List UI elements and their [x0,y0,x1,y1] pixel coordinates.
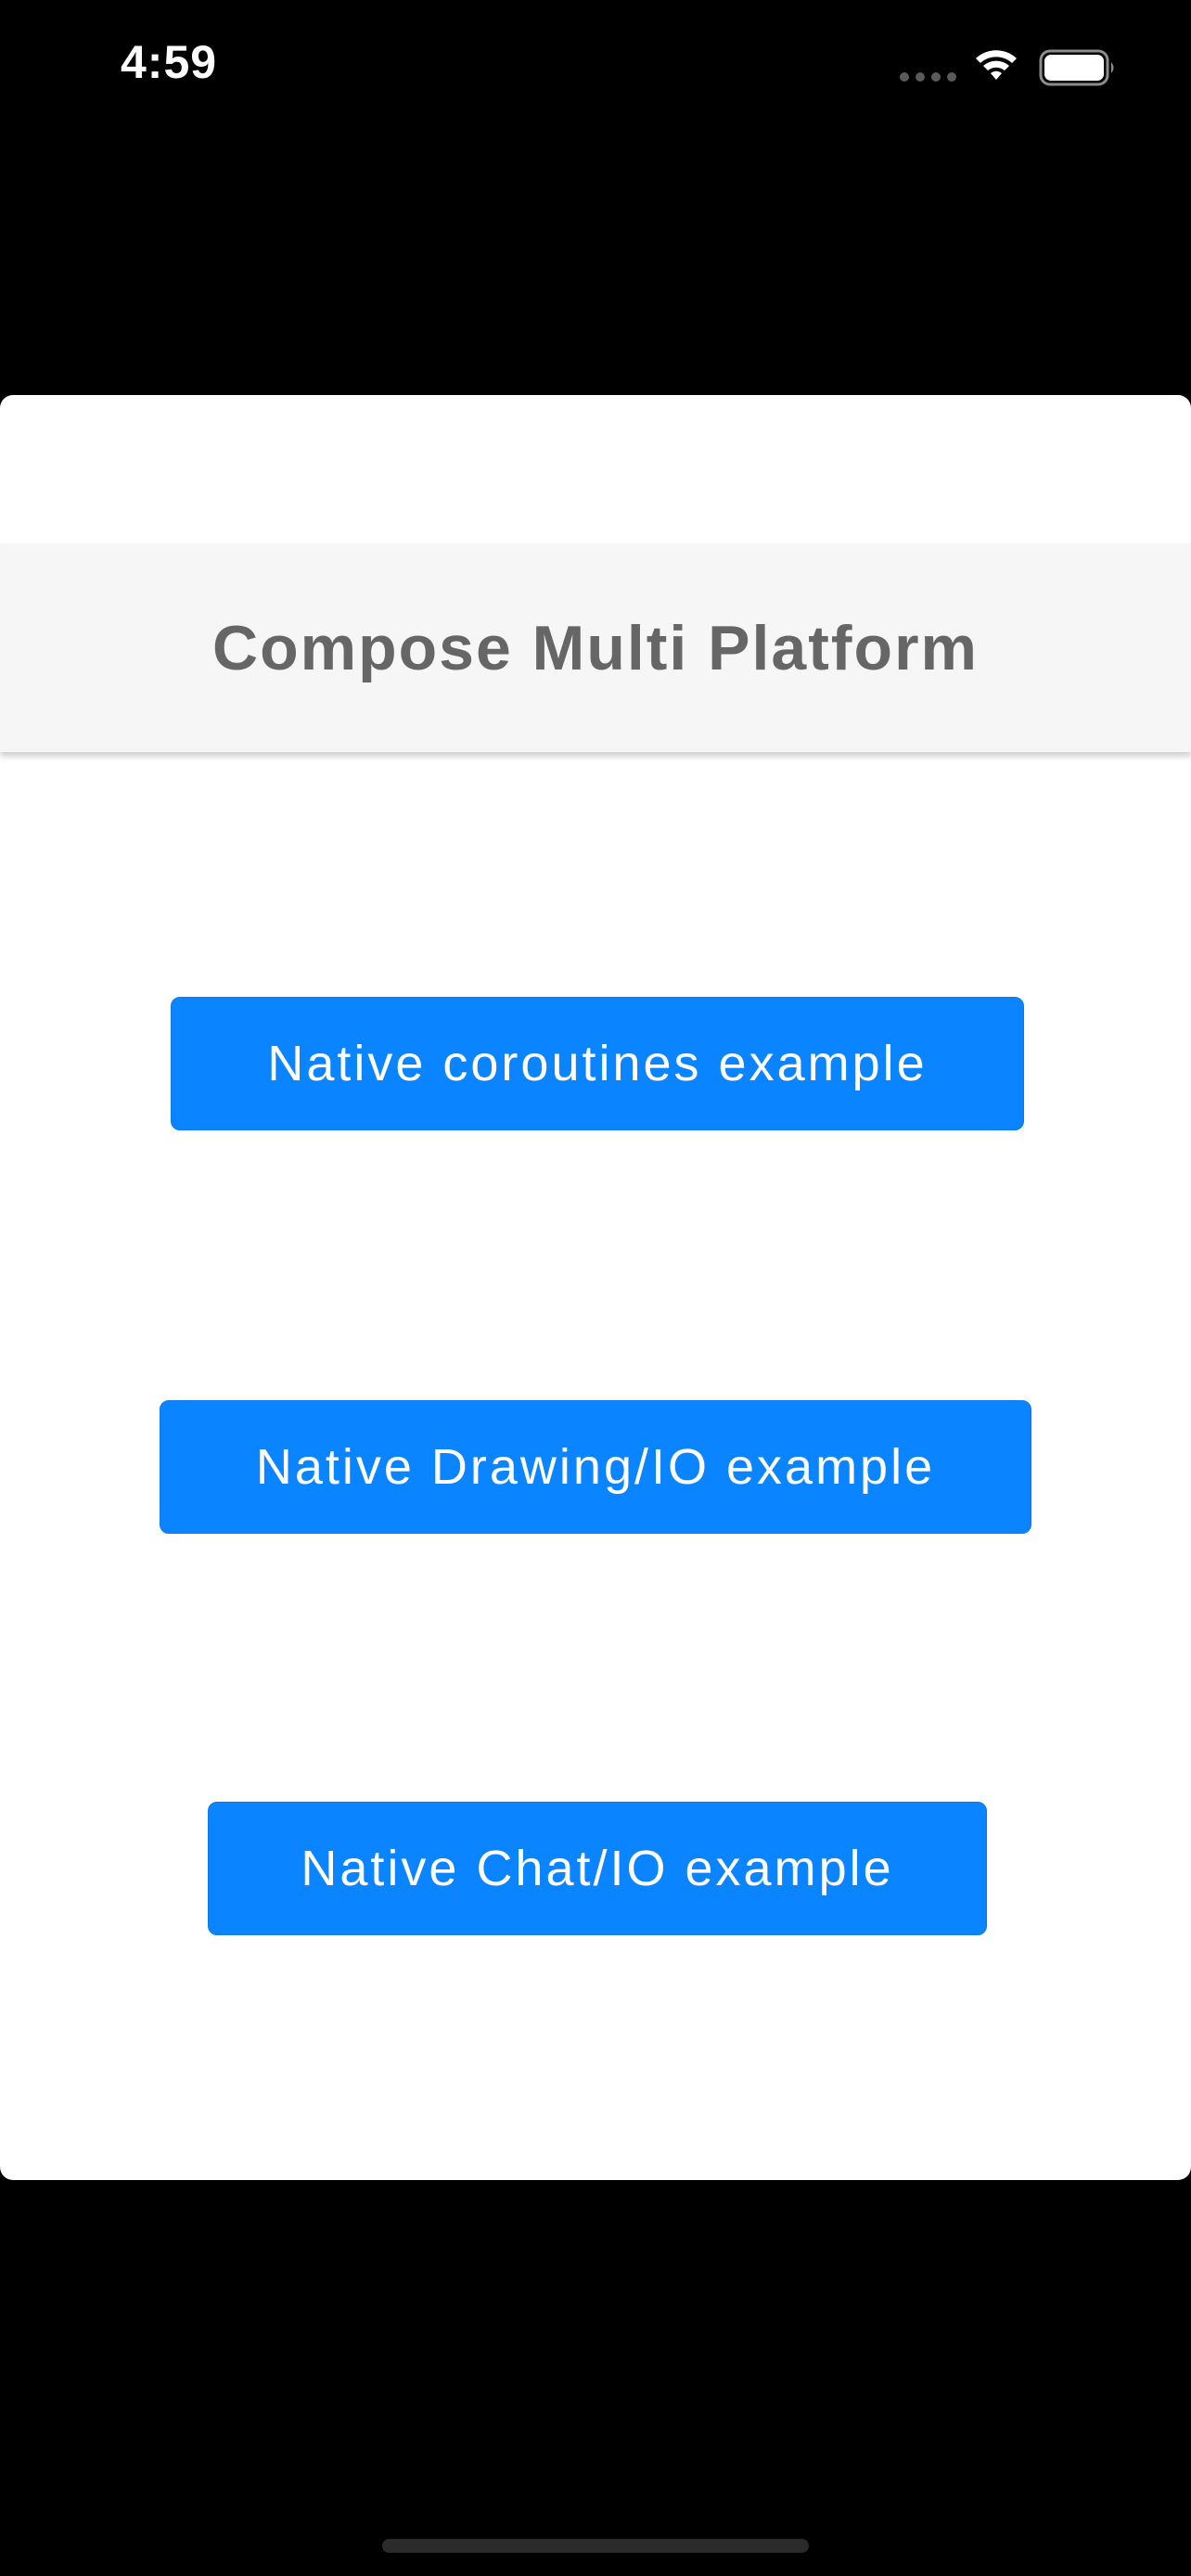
signal-dots-icon [900,72,957,82]
status-bar: 4:59 [0,0,1191,139]
home-indicator[interactable] [382,2539,809,2553]
wifi-icon [974,46,1018,83]
native-coroutines-example-button[interactable]: Native coroutines example [171,997,1024,1130]
status-time: 4:59 [121,36,218,88]
native-drawing-io-example-button[interactable]: Native Drawing/IO example [160,1400,1031,1534]
battery-icon [1039,49,1117,86]
app-card: Compose Multi Platform Native coroutines… [0,395,1191,2180]
page-title: Compose Multi Platform [211,612,980,683]
native-chat-io-example-button[interactable]: Native Chat/IO example [208,1802,987,1935]
app-bar: Compose Multi Platform [0,543,1191,752]
